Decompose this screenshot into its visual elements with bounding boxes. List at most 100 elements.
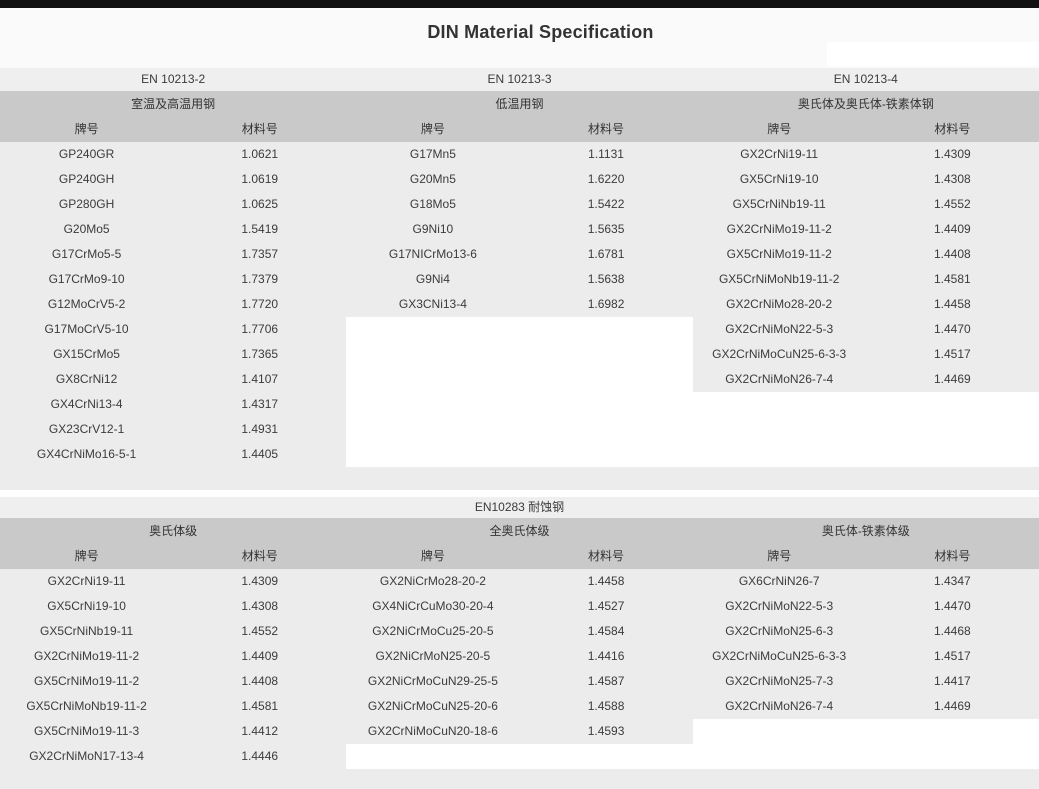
material-number-cell: 1.6781 [519,242,692,267]
material-number-cell: 1.4409 [866,217,1039,242]
grade-cell: GX2CrNiMoN22-5-3 [693,594,866,619]
header-highlight-rect [827,42,1039,66]
subtable-subtitle: 奥氏体-铁素体级 [693,518,1039,544]
material-number-cell: 1.4552 [173,619,346,644]
table-row: G20Mo51.5419G9Ni101.5635GX2CrNiMo19-11-2… [0,217,1039,242]
empty-cell [519,342,692,367]
grade-cell: GX2NiCrMoCu25-20-5 [346,619,519,644]
grade-cell: GX5CrNiMo19-11-2 [693,242,866,267]
column-header: 牌号 [346,117,519,142]
footer-spacer [0,769,1039,789]
section-footer-band [0,769,1039,789]
material-number-cell: 1.4412 [173,719,346,744]
material-number-cell: 1.6982 [519,292,692,317]
empty-cell [346,367,519,392]
section-1: EN 10213-2EN 10213-3EN 10213-4室温及高温用钢低温用… [0,68,1039,490]
grade-cell: G17Mn5 [346,142,519,167]
material-number-cell: 1.4469 [866,694,1039,719]
grade-cell: GP240GR [0,142,173,167]
material-number-cell: 1.4308 [173,594,346,619]
column-header: 牌号 [693,117,866,142]
grade-cell: GX15CrMo5 [0,342,173,367]
material-number-cell: 1.4587 [519,669,692,694]
grade-cell: GX2CrNiMoN25-6-3 [693,619,866,644]
section-banner: EN10283 耐蚀钢 [0,497,1039,518]
material-number-cell: 1.4347 [866,569,1039,594]
grade-cell: GX4CrNiMo16-5-1 [0,442,173,467]
material-number-cell: 1.4552 [866,192,1039,217]
subtitle-band: 奥氏体级全奥氏体级奥氏体-铁素体级 [0,518,1039,544]
empty-cell [519,392,692,417]
material-number-cell: 1.5635 [519,217,692,242]
grade-cell: GX5CrNiMoNb19-11-2 [693,267,866,292]
grade-cell: GX5CrNiMoNb19-11-2 [0,694,173,719]
grade-cell: GX2CrNiMo28-20-2 [693,292,866,317]
page-header: DIN Material Specification [0,8,1039,68]
grade-cell: G17CrMo9-10 [0,267,173,292]
grade-cell: G17CrMo5-5 [0,242,173,267]
material-number-cell: 1.7357 [173,242,346,267]
section-2: EN10283 耐蚀钢奥氏体级全奥氏体级奥氏体-铁素体级牌号材料号牌号材料号牌号… [0,497,1039,789]
empty-cell [693,392,866,417]
material-number-cell: 1.4308 [866,167,1039,192]
grade-cell: GX2CrNiMoN17-13-4 [0,744,173,769]
grade-cell: G18Mo5 [346,192,519,217]
grade-cell: GX4NiCrCuMo30-20-4 [346,594,519,619]
empty-cell [519,367,692,392]
column-header: 材料号 [519,544,692,569]
grade-cell: GX23CrV12-1 [0,417,173,442]
grade-cell: GP240GH [0,167,173,192]
column-header: 牌号 [0,544,173,569]
table-row: GX5CrNiMo19-11-21.4408GX2NiCrMoCuN29-25-… [0,669,1039,694]
grade-cell: GX5CrNi19-10 [693,167,866,192]
grade-cell: GX4CrNi13-4 [0,392,173,417]
material-number-cell: 1.4588 [519,694,692,719]
standard-label: EN 10213-4 [693,68,1039,91]
material-number-cell: 1.4416 [519,644,692,669]
column-header: 材料号 [173,117,346,142]
material-number-cell: 1.4409 [173,644,346,669]
material-number-cell: 1.0621 [173,142,346,167]
table-row: GX2CrNiMoN17-13-41.4446 [0,744,1039,769]
material-number-cell: 1.0619 [173,167,346,192]
table-row: GX23CrV12-11.4931 [0,417,1039,442]
material-number-cell: 1.5638 [519,267,692,292]
grade-cell: G17MoCrV5-10 [0,317,173,342]
grade-cell: GX5CrNi19-10 [0,594,173,619]
grade-cell: GX2CrNiMoN26-7-4 [693,694,866,719]
table-row: GX2CrNiMo19-11-21.4409GX2NiCrMoN25-20-51… [0,644,1039,669]
table-row: GX5CrNiMoNb19-11-21.4581GX2NiCrMoCuN25-2… [0,694,1039,719]
material-number-cell: 1.7720 [173,292,346,317]
material-number-cell: 1.4408 [866,242,1039,267]
subtable-subtitle: 低温用钢 [346,91,692,117]
subtable-subtitle: 全奥氏体级 [346,518,692,544]
empty-cell [519,317,692,342]
material-number-cell: 1.4593 [519,719,692,744]
top-bar [0,0,1039,8]
grade-cell: GX5CrNiMo19-11-3 [0,719,173,744]
grade-cell: GX2CrNi19-11 [693,142,866,167]
column-header: 材料号 [519,117,692,142]
column-header-band: 牌号材料号牌号材料号牌号材料号 [0,117,1039,142]
table-row: GX5CrNiMo19-11-31.4412GX2CrNiMoCuN20-18-… [0,719,1039,744]
empty-cell [693,719,866,744]
column-header: 材料号 [173,544,346,569]
empty-cell [866,719,1039,744]
material-number-cell: 1.4446 [173,744,346,769]
empty-cell [346,442,519,467]
table-row: GX4CrNiMo16-5-11.4405 [0,442,1039,467]
tables-area: EN 10213-2EN 10213-3EN 10213-4室温及高温用钢低温用… [0,68,1039,789]
grade-cell: GX2CrNiMo19-11-2 [693,217,866,242]
empty-cell [346,317,519,342]
grade-cell: GX2CrNiMo19-11-2 [0,644,173,669]
empty-cell [519,744,692,769]
material-number-cell: 1.4417 [866,669,1039,694]
material-number-cell: 1.4517 [866,644,1039,669]
material-number-cell: 1.4469 [866,367,1039,392]
empty-cell [866,442,1039,467]
grade-cell: G9Ni10 [346,217,519,242]
grade-cell: GX3CNi13-4 [346,292,519,317]
column-header-band: 牌号材料号牌号材料号牌号材料号 [0,544,1039,569]
material-number-cell: 1.4468 [866,619,1039,644]
material-number-cell: 1.4408 [173,669,346,694]
